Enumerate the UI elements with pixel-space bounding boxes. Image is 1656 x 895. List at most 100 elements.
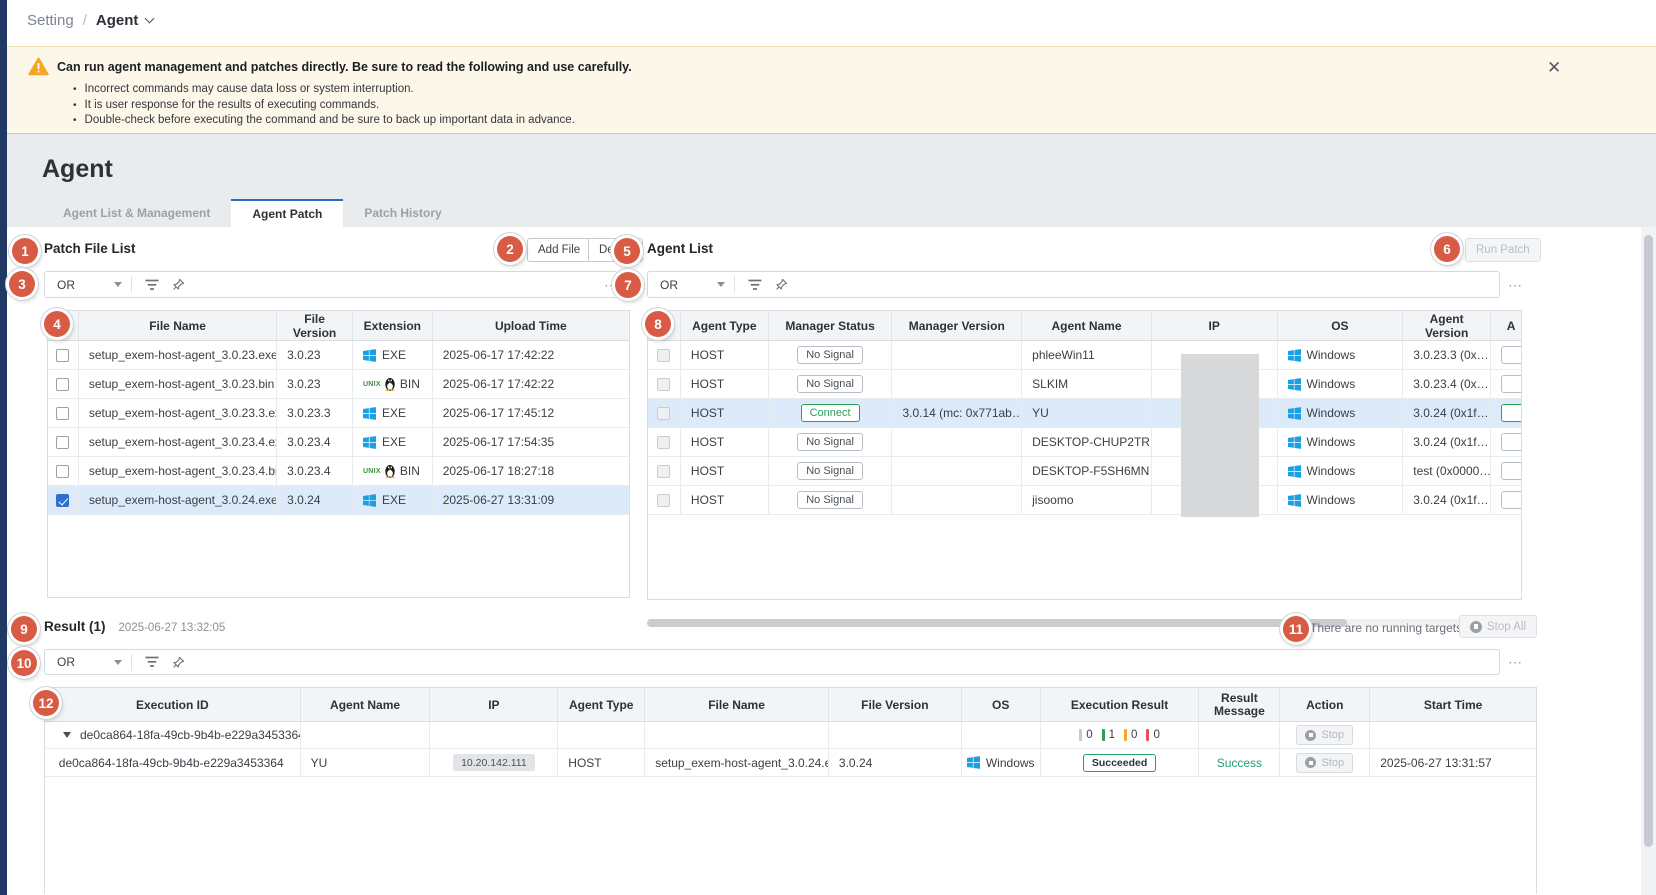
agent-filter-operator-select[interactable]: OR [648, 272, 734, 297]
table-row[interactable]: setup_exem-host-agent_3.0.23.4.bin 3.0.2… [48, 457, 629, 486]
windows-icon [1288, 494, 1301, 507]
row-checkbox[interactable] [56, 349, 69, 362]
table-row[interactable]: HOST No Signal DESKTOP-F5SH6MN Windows t… [648, 457, 1521, 486]
result-detail-row[interactable]: de0ca864-18fa-49cb-9b4b-e229a3453364 YU … [45, 749, 1536, 777]
warning-icon [28, 57, 49, 81]
windows-icon [1288, 407, 1301, 420]
col-agent-type[interactable]: Agent Type [558, 688, 645, 721]
col-agent-version[interactable]: Agent Version [1403, 311, 1491, 340]
table-row[interactable]: HOST No Signal jisoomo Windows 3.0.24 (0… [648, 486, 1521, 515]
row-checkbox[interactable] [657, 494, 670, 507]
add-file-button[interactable]: Add File [527, 238, 591, 262]
row-checkbox[interactable] [657, 378, 670, 391]
filter-icon[interactable] [748, 279, 762, 291]
col-action[interactable]: Action [1280, 688, 1370, 721]
breadcrumb: Setting / Agent [27, 12, 153, 29]
agent-more-icon[interactable]: ⋯ [1508, 277, 1524, 294]
col-manager-version[interactable]: Manager Version [892, 311, 1022, 340]
execution-result-counts: 0 1 0 0 [1079, 729, 1160, 741]
banner-bullets: •Incorrect commands may cause data loss … [73, 82, 575, 129]
row-checkbox[interactable] [657, 465, 670, 478]
table-row[interactable]: HOST No Signal DESKTOP-CHUP2TR Windows 3… [648, 428, 1521, 457]
count-bar-red [1146, 729, 1149, 741]
col-file-version[interactable]: File Version [277, 311, 353, 340]
table-row[interactable]: HOST No Signal SLKIM Windows 3.0.23.4 (0… [648, 370, 1521, 399]
tab-patch-history[interactable]: Patch History [343, 199, 462, 227]
windows-icon [1288, 436, 1301, 449]
col-os[interactable]: OS [962, 688, 1041, 721]
table-row[interactable]: setup_exem-host-agent_3.0.23.4.exe 3.0.2… [48, 428, 629, 457]
col-ip[interactable]: IP [1152, 311, 1278, 340]
agent-filter-bar: OR [647, 271, 1500, 298]
pin-icon[interactable] [172, 278, 185, 291]
table-row-selected[interactable]: setup_exem-host-agent_3.0.24.exe 3.0.24 … [48, 486, 629, 515]
stop-button[interactable]: Stop [1296, 725, 1353, 745]
patch-filter-bar: OR [44, 271, 618, 298]
scrollbar-thumb[interactable] [1644, 235, 1653, 847]
table-row[interactable]: setup_exem-host-agent_3.0.23.bin 3.0.23 … [48, 370, 629, 399]
col-extension[interactable]: Extension [353, 311, 433, 340]
breadcrumb-setting[interactable]: Setting [27, 12, 74, 29]
col-ip[interactable]: IP [430, 688, 558, 721]
row-checkbox[interactable] [56, 378, 69, 391]
result-filter-operator-select[interactable]: OR [45, 650, 131, 674]
filter-icon[interactable] [145, 279, 159, 291]
table-row[interactable]: HOST No Signal phleeWin11 Windows 3.0.23… [648, 341, 1521, 370]
tab-agent-list-management[interactable]: Agent List & Management [42, 199, 231, 227]
filter-icon[interactable] [145, 656, 159, 668]
warning-banner: Can run agent management and patches dir… [7, 46, 1656, 134]
col-upload-time[interactable]: Upload Time [433, 311, 629, 340]
collapse-triangle-icon[interactable] [63, 732, 71, 738]
row-checkbox[interactable] [56, 407, 69, 420]
col-file-name[interactable]: File Name [645, 688, 829, 721]
col-file-version[interactable]: File Version [829, 688, 962, 721]
windows-icon [1288, 349, 1301, 362]
callout-1: 1 [12, 238, 38, 264]
table-row[interactable]: setup_exem-host-agent_3.0.23.3.exe 3.0.2… [48, 399, 629, 428]
table-row-selected[interactable]: HOST Connect 3.0.14 (mc: 0x771ab… YU Win… [648, 399, 1521, 428]
breadcrumb-separator: / [83, 12, 87, 29]
col-agent-name[interactable]: Agent Name [1022, 311, 1152, 340]
pin-icon[interactable] [775, 278, 788, 291]
col-agent-name[interactable]: Agent Name [301, 688, 431, 721]
row-checkbox-checked[interactable] [56, 494, 69, 507]
row-checkbox[interactable] [56, 436, 69, 449]
col-os[interactable]: OS [1278, 311, 1404, 340]
close-icon[interactable]: ✕ [1547, 58, 1561, 78]
col-clipped[interactable]: A [1491, 311, 1521, 340]
col-execution-id[interactable]: Execution ID [45, 688, 301, 721]
row-checkbox[interactable] [657, 407, 670, 420]
col-agent-type[interactable]: Agent Type [681, 311, 769, 340]
count-bar-green [1102, 729, 1105, 741]
col-manager-status[interactable]: Manager Status [769, 311, 893, 340]
stop-icon [1305, 757, 1316, 768]
col-execution-result[interactable]: Execution Result [1041, 688, 1200, 721]
clipped-badge [1501, 346, 1521, 364]
windows-icon [1288, 465, 1301, 478]
stop-icon [1305, 730, 1316, 741]
stop-all-button[interactable]: Stop All [1459, 615, 1537, 638]
banner-title: Can run agent management and patches dir… [57, 60, 632, 74]
row-checkbox[interactable] [657, 436, 670, 449]
run-patch-button[interactable]: Run Patch [1465, 238, 1541, 262]
result-group-row[interactable]: de0ca864-18fa-49cb-9b4b-e229a3453364 0 1… [45, 722, 1536, 749]
col-file-name[interactable]: File Name [79, 311, 277, 340]
callout-3: 3 [9, 271, 35, 297]
stop-button[interactable]: Stop [1296, 753, 1353, 773]
row-checkbox[interactable] [56, 465, 69, 478]
scrollbar-thumb[interactable] [647, 619, 1347, 627]
table-row[interactable]: setup_exem-host-agent_3.0.23.exe 3.0.23 … [48, 341, 629, 370]
breadcrumb-current-agent[interactable]: Agent [96, 12, 154, 29]
result-more-icon[interactable]: ⋯ [1508, 654, 1524, 671]
succeeded-badge: Succeeded [1083, 754, 1156, 772]
pin-icon[interactable] [172, 656, 185, 669]
col-start-time[interactable]: Start Time [1370, 688, 1536, 721]
col-result-message[interactable]: Result Message [1199, 688, 1280, 721]
execution-id: de0ca864-18fa-49cb-9b4b-e229a3453364 [45, 749, 301, 776]
vertical-scrollbar[interactable] [1641, 227, 1656, 895]
row-checkbox[interactable] [657, 349, 670, 362]
callout-4: 4 [44, 311, 70, 337]
patch-filter-operator-select[interactable]: OR [45, 272, 131, 297]
tab-agent-patch[interactable]: Agent Patch [231, 199, 343, 227]
ip-badge: 10.20.142.111 [453, 754, 535, 771]
